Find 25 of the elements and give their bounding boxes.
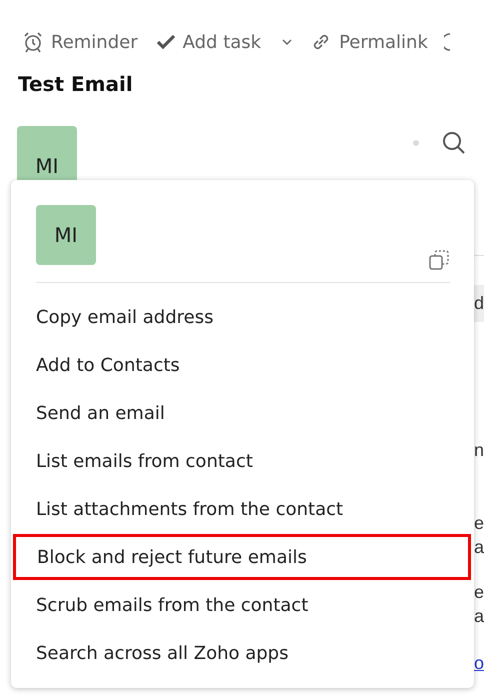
menu-item[interactable]: Scrub emails from the contact bbox=[11, 581, 474, 629]
dot-icon bbox=[413, 140, 419, 146]
menu-item[interactable]: Add to Contacts bbox=[11, 341, 474, 389]
text-fragment: e bbox=[474, 582, 484, 603]
alarm-clock-icon bbox=[22, 31, 44, 53]
contact-avatar: MI bbox=[36, 205, 96, 265]
reminder-button[interactable]: Reminder bbox=[22, 31, 138, 53]
text-fragment: a bbox=[474, 606, 484, 627]
check-icon bbox=[156, 32, 176, 52]
permalink-button[interactable]: Permalink bbox=[310, 31, 428, 53]
menu-item[interactable]: List attachments from the contact bbox=[11, 485, 474, 533]
menu-item[interactable]: Send an email bbox=[11, 389, 474, 437]
text-fragment: a bbox=[474, 537, 484, 558]
add-task-button[interactable]: Add task bbox=[156, 32, 292, 52]
menu-item[interactable]: Block and reject future emails bbox=[12, 533, 472, 581]
text-fragment: n bbox=[474, 440, 484, 461]
text-fragment: e bbox=[474, 513, 484, 534]
caret-icon bbox=[282, 39, 292, 45]
link-text-fragment[interactable]: o bbox=[474, 653, 484, 674]
copy-icon[interactable] bbox=[428, 249, 450, 271]
email-title: Test Email bbox=[18, 72, 134, 96]
search-icon[interactable] bbox=[442, 131, 466, 155]
menu-item[interactable]: Search across all Zoho apps bbox=[11, 629, 474, 677]
menu-item[interactable]: List emails from contact bbox=[11, 437, 474, 485]
menu-item[interactable]: Copy email address bbox=[11, 293, 474, 341]
